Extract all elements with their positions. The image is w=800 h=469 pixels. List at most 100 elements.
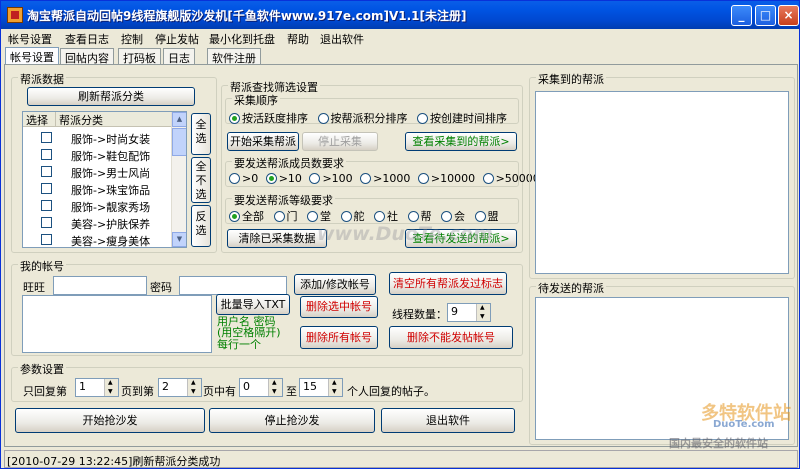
row-checkbox[interactable] [41, 200, 52, 211]
radio-icon[interactable] [360, 173, 372, 184]
radio-icon[interactable] [265, 173, 277, 184]
column-select[interactable]: 选择 [23, 112, 56, 127]
row-checkbox[interactable] [41, 234, 52, 245]
radio-icon[interactable] [407, 211, 419, 222]
delete-selected-account-button[interactable]: 删除选中帐号 [300, 296, 378, 318]
level-all-option[interactable]: 全部 [229, 208, 264, 224]
scroll-up-icon[interactable]: ▲ [172, 112, 186, 127]
close-button[interactable]: × [778, 5, 799, 26]
row-checkbox[interactable] [41, 166, 52, 177]
max-replies-spinner-icon[interactable] [328, 379, 342, 396]
menu-minimize-to-tray[interactable]: 最小化到托盘 [209, 31, 275, 47]
member-gt100-option[interactable]: >100 [309, 172, 353, 185]
tab-registration[interactable]: 软件注册 [207, 48, 261, 65]
list-item[interactable]: 服饰->鞋包配饰 [23, 146, 183, 163]
select-all-button[interactable]: 全选 [191, 113, 211, 155]
radio-icon[interactable] [340, 211, 352, 222]
stop-sofa-button[interactable]: 停止抢沙发 [209, 408, 375, 433]
radio-icon[interactable] [309, 173, 321, 184]
exit-app-button[interactable]: 退出软件 [381, 408, 515, 433]
category-scrollbar[interactable]: ▲ ▼ [171, 112, 186, 247]
row-checkbox[interactable] [41, 132, 52, 143]
collected-factions-list[interactable] [535, 91, 789, 274]
order-points-option[interactable]: 按帮派积分排序 [317, 110, 408, 126]
invert-selection-button[interactable]: 反选 [191, 205, 211, 247]
member-gt10000-option[interactable]: >10000 [417, 172, 475, 185]
wangwang-input[interactable] [53, 276, 147, 295]
menu-account-settings[interactable]: 帐号设置 [8, 31, 52, 47]
title-bar[interactable]: 淘宝帮派自动回帖9线程旗舰版沙发机[千鱼软件www.917e.com]V1.1[… [1, 1, 799, 29]
level-bang-option[interactable]: 帮 [407, 208, 432, 224]
min-replies-input[interactable]: 0 [239, 378, 283, 397]
delete-all-accounts-button[interactable]: 删除所有帐号 [300, 326, 378, 349]
add-edit-account-button[interactable]: 添加/修改帐号 [294, 274, 376, 295]
level-meng-option[interactable]: 盟 [474, 208, 499, 224]
scroll-down-icon[interactable]: ▼ [172, 232, 186, 247]
stop-collect-button[interactable]: 停止采集 [302, 132, 378, 151]
to-page-spinner-icon[interactable] [187, 379, 201, 396]
list-item[interactable]: 美容->瘦身美体 [23, 231, 183, 247]
member-gt0-option[interactable]: >0 [229, 172, 258, 185]
list-item[interactable]: 美容->护肤保养 [23, 214, 183, 231]
list-item[interactable]: 服饰->时尚女装 [23, 129, 183, 146]
from-page-input[interactable]: 1 [75, 378, 119, 397]
scroll-thumb[interactable] [172, 128, 186, 156]
radio-icon[interactable] [307, 211, 318, 222]
to-page-input[interactable]: 2 [158, 378, 202, 397]
level-men-option[interactable]: 门 [273, 208, 298, 224]
min-replies-spinner-icon[interactable] [268, 379, 282, 396]
radio-icon[interactable] [474, 211, 486, 222]
list-item[interactable]: 服饰->靓家秀场 [23, 197, 183, 214]
member-gt10-option[interactable]: >10 [265, 172, 302, 185]
max-replies-input[interactable]: 15 [299, 378, 343, 397]
clear-flags-button[interactable]: 清空所有帮派发过标志 [389, 272, 507, 295]
list-item[interactable]: 服饰->男士风尚 [23, 163, 183, 180]
level-hui-option[interactable]: 会 [441, 208, 465, 224]
row-checkbox[interactable] [41, 217, 52, 228]
menu-stop-posting[interactable]: 停止发帖 [155, 31, 199, 47]
thread-count-input[interactable]: 9 [447, 303, 491, 322]
clear-collected-button[interactable]: 清除已采集数据 [227, 229, 327, 248]
radio-icon[interactable] [374, 211, 385, 222]
row-checkbox[interactable] [41, 149, 52, 160]
menu-view-log[interactable]: 查看日志 [65, 31, 109, 47]
view-collected-button[interactable]: 查看采集到的帮派> [405, 132, 517, 151]
radio-icon[interactable] [273, 211, 285, 222]
radio-icon[interactable] [417, 173, 429, 184]
radio-icon[interactable] [229, 113, 240, 124]
member-gt1000-option[interactable]: >1000 [360, 172, 410, 185]
radio-icon[interactable] [417, 113, 428, 124]
password-input[interactable] [179, 276, 287, 295]
from-page-spinner-icon[interactable] [104, 379, 118, 396]
start-collect-button[interactable]: 开始采集帮派 [227, 132, 299, 151]
account-list[interactable] [22, 295, 212, 353]
menu-help[interactable]: 帮助 [287, 31, 309, 47]
tab-reply-content[interactable]: 回帖内容 [60, 48, 114, 65]
start-sofa-button[interactable]: 开始抢沙发 [15, 408, 205, 433]
radio-icon[interactable] [229, 211, 240, 222]
radio-icon[interactable] [441, 211, 452, 222]
tab-captcha[interactable]: 打码板 [118, 48, 161, 65]
menu-control[interactable]: 控制 [121, 31, 143, 47]
category-list[interactable]: 选择 帮派分类 服饰->时尚女装 服饰->鞋包配饰 服饰->男士风尚 服饰->珠… [22, 111, 187, 248]
tab-account-settings[interactable]: 帐号设置 [5, 47, 59, 64]
level-duo-option[interactable]: 舵 [340, 208, 365, 224]
batch-import-button[interactable]: 批量导入TXT [216, 294, 290, 315]
minimize-button[interactable]: _ [731, 5, 752, 26]
maximize-button[interactable]: □ [755, 5, 776, 26]
order-activity-option[interactable]: 按活跃度排序 [229, 110, 308, 126]
list-item[interactable]: 服饰->珠宝饰品 [23, 180, 183, 197]
tab-log[interactable]: 日志 [163, 48, 195, 65]
level-tang-option[interactable]: 堂 [307, 208, 331, 224]
select-none-button[interactable]: 全不选 [191, 157, 211, 203]
level-she-option[interactable]: 社 [374, 208, 398, 224]
radio-icon[interactable] [482, 173, 494, 184]
thread-count-spinner-icon[interactable] [476, 304, 490, 321]
menu-exit[interactable]: 退出软件 [320, 31, 364, 47]
column-category[interactable]: 帮派分类 [56, 112, 172, 127]
refresh-categories-button[interactable]: 刷新帮派分类 [27, 87, 195, 106]
delete-bad-accounts-button[interactable]: 删除不能发帖帐号 [389, 326, 513, 349]
row-checkbox[interactable] [41, 183, 52, 194]
radio-icon[interactable] [229, 173, 240, 184]
order-created-option[interactable]: 按创建时间排序 [417, 110, 507, 126]
